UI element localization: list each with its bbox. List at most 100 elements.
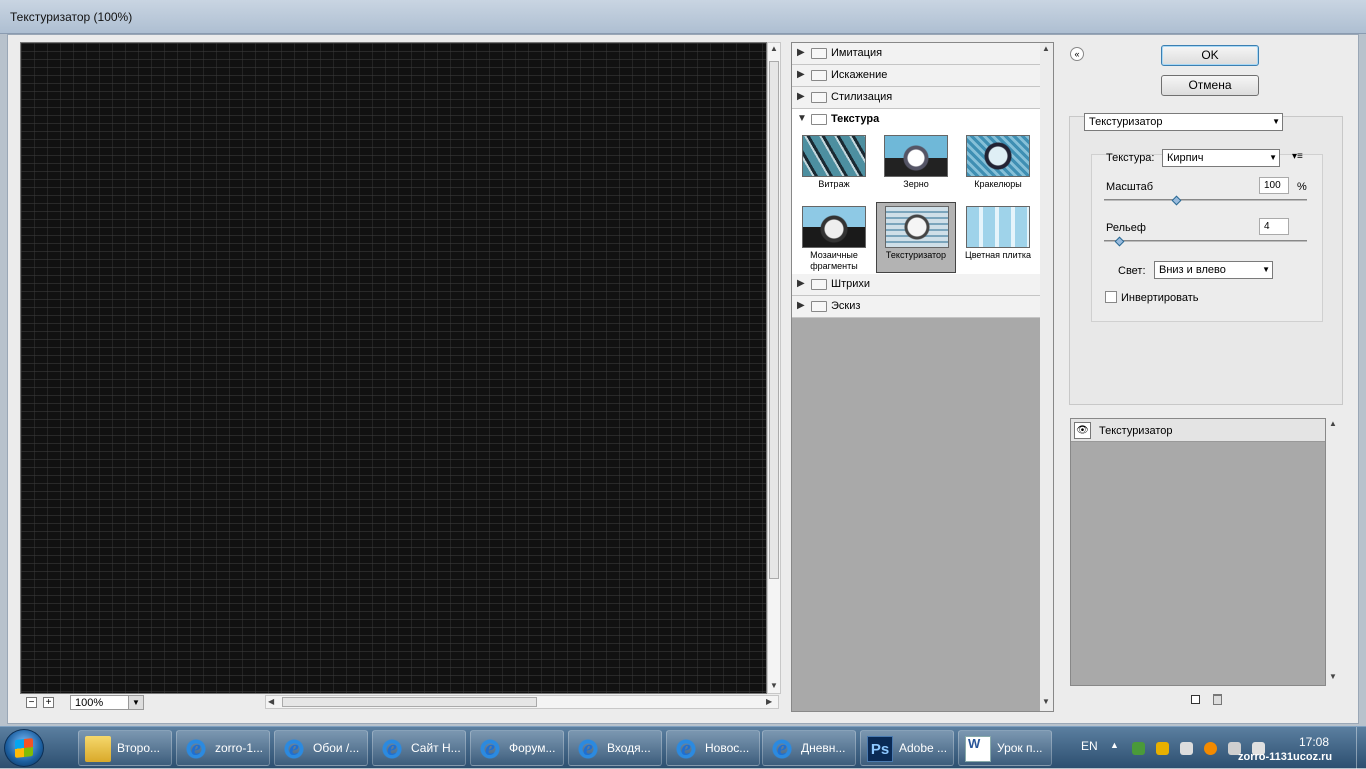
scroll-left-arrow-icon[interactable]: ◀ — [268, 697, 274, 707]
taskbar: EN ▲ 17:08 zorro-1131ucoz.ru Второ... e zo… — [0, 726, 1366, 769]
relief-slider-handle[interactable] — [1114, 236, 1125, 247]
scale-unit: % — [1297, 181, 1307, 193]
collapse-gallery-icon[interactable]: « — [1070, 47, 1084, 61]
scale-input[interactable]: 100 — [1259, 177, 1289, 194]
clock-time[interactable]: 17:08 — [1299, 735, 1329, 749]
internet-explorer-icon: e — [477, 736, 503, 762]
filter-gallery-dialog: ▲ ▼ − + 100% ▼ ◀ ▶ ▶ Имитация ▶ Искажение … — [7, 34, 1359, 724]
new-effect-layer-icon[interactable] — [1191, 695, 1200, 704]
zoom-out-button[interactable]: − — [26, 697, 37, 708]
taskbar-button[interactable]: e Дневн... — [762, 730, 856, 766]
light-direction-select[interactable]: Вниз и влево ▼ — [1154, 261, 1273, 279]
thumb-mosaic-tiles[interactable]: Мозаичные фрагменты — [796, 203, 872, 273]
eye-visibility-icon[interactable]: 👁 — [1074, 422, 1091, 439]
category-texture[interactable]: ▼ Текстура — [792, 109, 1040, 131]
expand-arrow-icon[interactable]: ▶ — [797, 278, 805, 289]
gallery-scrollbar[interactable]: ▲ ▼ — [1040, 43, 1053, 711]
texture-select[interactable]: Кирпич ▼ — [1162, 149, 1280, 167]
taskbar-button-label: Новос... — [705, 741, 750, 755]
scale-slider-track[interactable] — [1104, 199, 1307, 201]
effect-layer-row[interactable]: 👁 Текстуризатор — [1071, 419, 1325, 442]
word-document-icon: W — [965, 736, 991, 762]
expand-arrow-icon[interactable]: ▶ — [797, 47, 805, 58]
expand-arrow-icon[interactable]: ▶ — [797, 300, 805, 311]
taskbar-button-label: Урок п... — [997, 741, 1043, 755]
scroll-down-arrow-icon[interactable]: ▼ — [770, 681, 778, 691]
trash-icon[interactable] — [1213, 694, 1222, 705]
category-brush-strokes[interactable]: ▶ Штрихи — [792, 274, 1040, 296]
windows-logo-icon — [15, 738, 33, 758]
thumb-stained-glass[interactable]: Витраж — [796, 132, 872, 202]
folder-icon — [811, 92, 827, 103]
category-label: Стилизация — [831, 91, 893, 103]
chevron-down-icon: ▼ — [1262, 265, 1270, 274]
scroll-up-arrow-icon[interactable]: ▲ — [1042, 44, 1050, 54]
network-icon[interactable] — [1132, 742, 1145, 755]
antivirus-icon[interactable] — [1156, 742, 1169, 755]
thumb-caption: Текстуризатор — [885, 250, 947, 260]
thumb-caption: Цветная плитка — [965, 250, 1031, 260]
scroll-up-arrow-icon[interactable]: ▲ — [770, 44, 778, 54]
expand-arrow-icon[interactable]: ▶ — [797, 69, 805, 80]
scroll-thumb[interactable] — [282, 697, 537, 707]
scroll-up-arrow-icon[interactable]: ▲ — [1329, 419, 1337, 429]
taskbar-button[interactable]: e zorro-1... — [176, 730, 270, 766]
usb-device-icon[interactable] — [1180, 742, 1193, 755]
taskbar-button[interactable]: e Обои /... — [274, 730, 368, 766]
category-distortion[interactable]: ▶ Искажение — [792, 65, 1040, 87]
taskbar-button[interactable]: e Новос... — [666, 730, 760, 766]
category-sketch[interactable]: ▶ Эскиз — [792, 296, 1040, 318]
zoom-dropdown-arrow-icon[interactable]: ▼ — [128, 695, 144, 710]
taskbar-button[interactable]: Ps Adobe ... — [860, 730, 954, 766]
taskbar-button[interactable]: e Форум... — [470, 730, 564, 766]
taskbar-button[interactable]: W Урок п... — [958, 730, 1052, 766]
zoom-in-button[interactable]: + — [43, 697, 54, 708]
internet-explorer-icon: e — [769, 736, 795, 762]
show-desktop-button[interactable] — [1356, 727, 1366, 769]
relief-slider-track[interactable] — [1104, 240, 1307, 242]
preview-horizontal-scrollbar[interactable]: ◀ ▶ — [265, 695, 779, 709]
folder-icon — [811, 70, 827, 81]
relief-input[interactable]: 4 — [1259, 218, 1289, 235]
taskbar-button-label: zorro-1... — [215, 741, 264, 755]
update-icon[interactable] — [1204, 742, 1217, 755]
window-title-bar: Текстуризатор (100%) — [0, 0, 1366, 34]
language-indicator[interactable]: EN — [1081, 739, 1098, 753]
zoom-bar: − + 100% ▼ ◀ ▶ — [20, 694, 781, 710]
taskbar-button[interactable]: Второ... — [78, 730, 172, 766]
ok-button[interactable]: OK — [1161, 45, 1259, 66]
invert-checkbox[interactable] — [1105, 291, 1117, 303]
taskbar-button[interactable]: e Сайт Н... — [372, 730, 466, 766]
scroll-thumb[interactable] — [769, 61, 779, 579]
preview-canvas[interactable] — [20, 42, 767, 694]
category-stylize[interactable]: ▶ Стилизация — [792, 87, 1040, 109]
watermark-text: zorro-1131ucoz.ru — [1238, 751, 1333, 763]
expand-arrow-icon[interactable]: ▶ — [797, 91, 805, 102]
thumb-grain[interactable]: Зерно — [878, 132, 954, 202]
thumb-patchwork[interactable]: Цветная плитка — [960, 203, 1036, 273]
taskbar-button-label: Сайт Н... — [411, 741, 461, 755]
thumbnail-image — [885, 206, 949, 248]
texture-menu-icon[interactable]: ▾≡ — [1292, 151, 1303, 162]
scroll-right-arrow-icon[interactable]: ▶ — [766, 697, 772, 707]
thumb-texturizer[interactable]: Текстуризатор — [876, 202, 956, 273]
thumb-craquelure[interactable]: Кракелюры — [960, 132, 1036, 202]
scale-slider-handle[interactable] — [1171, 195, 1182, 206]
taskbar-button[interactable]: e Входя... — [568, 730, 662, 766]
zoom-level-field[interactable]: 100% — [70, 695, 133, 710]
scale-label: Масштаб — [1106, 181, 1154, 193]
filter-select[interactable]: Текстуризатор ▼ — [1084, 113, 1283, 131]
cancel-button[interactable]: Отмена — [1161, 75, 1259, 96]
scroll-down-arrow-icon[interactable]: ▼ — [1329, 672, 1337, 682]
folder-icon — [85, 736, 111, 762]
preview-vertical-scrollbar[interactable]: ▲ ▼ — [767, 42, 781, 694]
effect-layers-panel: 👁 Текстуризатор — [1070, 418, 1326, 686]
scroll-down-arrow-icon[interactable]: ▼ — [1042, 697, 1050, 707]
layers-scrollbar[interactable]: ▲ ▼ — [1326, 418, 1340, 686]
category-label: Штрихи — [831, 278, 871, 290]
chevron-down-icon: ▼ — [1272, 117, 1280, 126]
show-hidden-icons-icon[interactable]: ▲ — [1110, 740, 1119, 750]
start-button[interactable] — [4, 729, 44, 767]
category-imitation[interactable]: ▶ Имитация — [792, 43, 1040, 65]
collapse-arrow-icon[interactable]: ▼ — [797, 113, 807, 124]
